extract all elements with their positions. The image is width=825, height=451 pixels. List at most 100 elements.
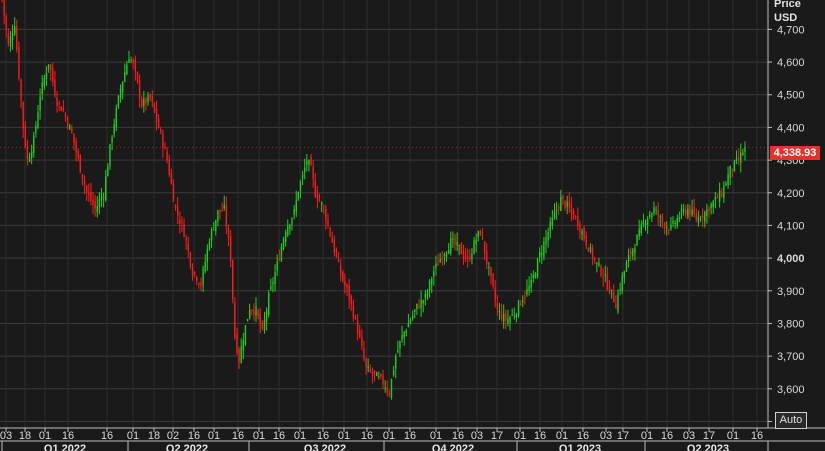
candle-body bbox=[43, 77, 46, 87]
candle-body bbox=[672, 220, 674, 224]
candle-body bbox=[119, 88, 122, 98]
candle-body bbox=[253, 310, 255, 314]
candle-body bbox=[185, 237, 187, 241]
x-tick-label: 01 bbox=[556, 430, 568, 442]
candle-body bbox=[346, 284, 348, 289]
candle-body bbox=[441, 258, 443, 260]
candle-body bbox=[141, 99, 143, 107]
candle-body bbox=[153, 103, 156, 112]
candle-body bbox=[361, 337, 363, 347]
candle-body bbox=[121, 81, 124, 93]
candle-body bbox=[727, 174, 729, 186]
candle-body bbox=[445, 252, 448, 257]
candle-body bbox=[526, 288, 528, 295]
candle-body bbox=[397, 349, 399, 353]
x-tick-label: 16 bbox=[577, 430, 589, 442]
candle-body bbox=[204, 261, 206, 272]
candle-body bbox=[270, 285, 272, 289]
auto-scale-button[interactable]: Auto bbox=[775, 412, 807, 429]
candle-body bbox=[371, 371, 374, 375]
candle-body bbox=[191, 268, 194, 276]
candle-body bbox=[198, 283, 200, 285]
candle-body bbox=[395, 356, 397, 369]
candle-body bbox=[284, 232, 287, 242]
candle-body bbox=[132, 60, 134, 64]
candle-body bbox=[306, 161, 308, 165]
candle-body bbox=[464, 254, 467, 260]
candle-body bbox=[617, 294, 619, 312]
candle-body bbox=[261, 322, 264, 329]
candle-body bbox=[659, 215, 662, 218]
candle-body bbox=[151, 95, 153, 103]
candle-body bbox=[460, 242, 463, 255]
candle-body bbox=[621, 275, 623, 292]
candle-body bbox=[337, 259, 340, 262]
candle-body bbox=[610, 289, 613, 291]
candle-body bbox=[259, 313, 261, 326]
candle-body bbox=[26, 147, 29, 160]
candle-body bbox=[638, 228, 640, 237]
candle-body bbox=[339, 264, 342, 276]
candle-body bbox=[85, 185, 88, 193]
candle-body bbox=[386, 387, 388, 392]
candle-body bbox=[496, 302, 499, 310]
candle-body bbox=[729, 165, 731, 178]
candle-body bbox=[632, 249, 634, 256]
candle-body bbox=[60, 106, 62, 112]
candle-body bbox=[585, 235, 587, 246]
candle-body bbox=[181, 221, 183, 223]
candle-body bbox=[600, 265, 602, 276]
candle-body bbox=[155, 108, 158, 122]
candle-body bbox=[742, 152, 744, 156]
candle-body bbox=[282, 239, 285, 250]
candle-body bbox=[227, 228, 230, 239]
candle-body bbox=[28, 157, 31, 162]
candle-body bbox=[651, 213, 653, 218]
candle-body bbox=[555, 209, 558, 211]
candle-body bbox=[663, 223, 666, 228]
candle-body bbox=[716, 197, 719, 199]
candle-body bbox=[712, 201, 714, 208]
candle-body bbox=[405, 330, 408, 334]
candle-body bbox=[693, 207, 695, 215]
candle-body bbox=[52, 67, 54, 83]
candle-body bbox=[344, 281, 346, 286]
quarter-label: Q3 2022 bbox=[304, 443, 346, 451]
x-tick-label: 16 bbox=[188, 430, 200, 442]
candle-body bbox=[41, 82, 43, 95]
candle-body bbox=[704, 211, 706, 222]
candle-body bbox=[431, 279, 433, 285]
candle-body bbox=[475, 239, 477, 245]
candle-body bbox=[466, 257, 469, 259]
candle-body bbox=[172, 183, 175, 202]
candle-body bbox=[469, 256, 471, 260]
candle-body bbox=[452, 238, 454, 240]
candle-body bbox=[706, 209, 708, 216]
y-tick-label: 3,800 bbox=[777, 318, 805, 330]
candle-body bbox=[160, 129, 162, 132]
x-tick-label: 16 bbox=[317, 430, 329, 442]
candle-body bbox=[39, 96, 41, 111]
candle-body bbox=[291, 218, 293, 225]
candle-body bbox=[699, 218, 702, 220]
candle-body bbox=[511, 314, 513, 316]
candle-body bbox=[229, 235, 232, 262]
candle-body bbox=[723, 185, 725, 199]
candle-body bbox=[375, 372, 378, 377]
candle-body bbox=[490, 266, 492, 277]
candle-body bbox=[187, 243, 189, 251]
candle-body bbox=[102, 197, 105, 199]
candle-body bbox=[558, 207, 560, 209]
candle-body bbox=[606, 274, 609, 289]
candle-body bbox=[157, 118, 160, 128]
candle-body bbox=[414, 309, 416, 312]
candle-body bbox=[263, 319, 266, 331]
candle-body bbox=[435, 263, 437, 269]
candle-body bbox=[392, 370, 395, 376]
x-tick-label: 16 bbox=[751, 430, 763, 442]
candle-body bbox=[655, 209, 657, 211]
candle-body bbox=[380, 374, 382, 377]
candle-body bbox=[636, 234, 638, 246]
candle-body bbox=[183, 224, 185, 237]
candle-body bbox=[519, 303, 522, 306]
